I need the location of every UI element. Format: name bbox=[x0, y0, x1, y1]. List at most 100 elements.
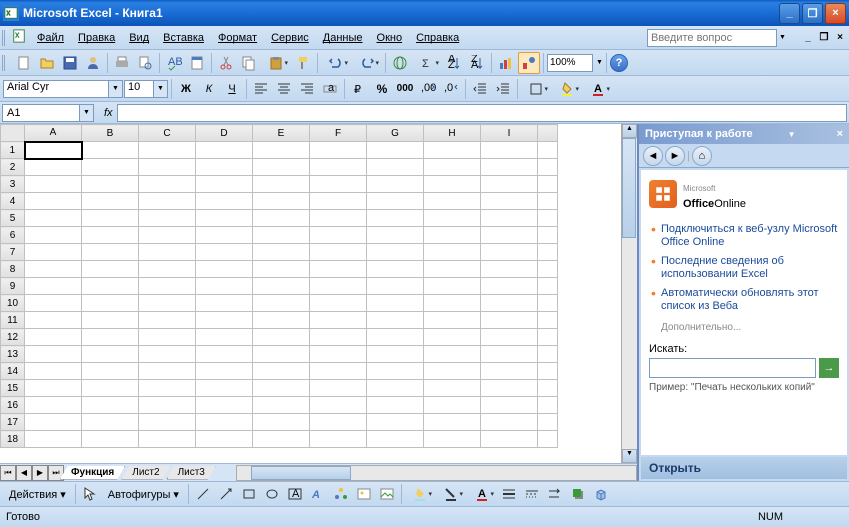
font-name-combo[interactable]: Arial Cyr▼ bbox=[3, 80, 123, 98]
new-button[interactable] bbox=[13, 52, 35, 74]
taskpane-search-go-button[interactable]: → bbox=[819, 358, 839, 378]
percent-button[interactable]: % bbox=[371, 78, 393, 100]
task-pane-forward-button[interactable]: ► bbox=[665, 146, 685, 166]
task-pane-back-button[interactable]: ◄ bbox=[643, 146, 663, 166]
decrease-decimal-button[interactable]: ,0 bbox=[440, 78, 462, 100]
shadow-button[interactable] bbox=[567, 483, 589, 505]
align-right-button[interactable] bbox=[296, 78, 318, 100]
horizontal-scrollbar[interactable] bbox=[236, 465, 637, 481]
align-center-button[interactable] bbox=[273, 78, 295, 100]
font-color-button[interactable]: A bbox=[583, 78, 613, 100]
sheet-tab-2[interactable]: Лист2 bbox=[121, 466, 170, 480]
research-button[interactable] bbox=[186, 52, 208, 74]
cut-button[interactable] bbox=[215, 52, 237, 74]
increase-indent-button[interactable] bbox=[492, 78, 514, 100]
menu-help[interactable]: Справка bbox=[409, 29, 466, 47]
oval-button[interactable] bbox=[261, 483, 283, 505]
menu-insert[interactable]: Вставка bbox=[156, 29, 211, 47]
drawing-toggle-button[interactable] bbox=[518, 52, 540, 74]
line-color-button[interactable] bbox=[436, 483, 466, 505]
redo-button[interactable] bbox=[352, 52, 382, 74]
clipart-button[interactable] bbox=[353, 483, 375, 505]
help-search-input[interactable] bbox=[647, 29, 777, 47]
taskpane-link-news[interactable]: Последние сведения об использовании Exce… bbox=[649, 252, 839, 284]
doc-close-button[interactable]: × bbox=[833, 31, 847, 45]
taskpane-link-more[interactable]: Дополнительно... bbox=[661, 322, 839, 333]
borders-button[interactable] bbox=[521, 78, 551, 100]
3d-button[interactable] bbox=[590, 483, 612, 505]
arrow-style-button[interactable] bbox=[544, 483, 566, 505]
save-button[interactable] bbox=[59, 52, 81, 74]
zoom-combo[interactable] bbox=[547, 54, 593, 72]
italic-button[interactable]: К bbox=[198, 78, 220, 100]
taskpane-open-section[interactable]: Открыть bbox=[641, 457, 847, 479]
rectangle-button[interactable] bbox=[238, 483, 260, 505]
fill-color-draw-button[interactable] bbox=[405, 483, 435, 505]
permission-button[interactable] bbox=[82, 52, 104, 74]
increase-decimal-button[interactable]: ,00 bbox=[417, 78, 439, 100]
autosum-button[interactable]: Σ bbox=[412, 52, 442, 74]
name-box[interactable]: A1▼ bbox=[2, 104, 94, 122]
print-preview-button[interactable] bbox=[134, 52, 156, 74]
sheet-tab-3[interactable]: Лист3 bbox=[167, 466, 216, 480]
autoshapes-menu[interactable]: Автофигуры ▾ bbox=[102, 486, 185, 503]
taskpane-link-connect[interactable]: Подключиться к веб-узлу Microsoft Office… bbox=[649, 220, 839, 252]
insert-picture-button[interactable] bbox=[376, 483, 398, 505]
menu-data[interactable]: Данные bbox=[316, 29, 370, 47]
tab-first-button[interactable]: ⏮ bbox=[0, 465, 16, 481]
copy-button[interactable] bbox=[238, 52, 260, 74]
chart-wizard-button[interactable] bbox=[495, 52, 517, 74]
merge-center-button[interactable]: a bbox=[319, 78, 341, 100]
select-objects-button[interactable] bbox=[79, 483, 101, 505]
font-size-combo[interactable]: 10▼ bbox=[124, 80, 168, 98]
formula-bar[interactable] bbox=[117, 104, 847, 122]
drawing-actions-menu[interactable]: Действия ▾ bbox=[3, 486, 72, 503]
spelling-button[interactable]: ABC bbox=[163, 52, 185, 74]
close-button[interactable]: × bbox=[825, 3, 846, 24]
comma-button[interactable]: 000 bbox=[394, 78, 416, 100]
hyperlink-button[interactable] bbox=[389, 52, 411, 74]
task-pane-home-button[interactable]: ⌂ bbox=[692, 146, 712, 166]
help-button[interactable]: ? bbox=[610, 54, 628, 72]
line-button[interactable] bbox=[192, 483, 214, 505]
dash-style-button[interactable] bbox=[521, 483, 543, 505]
decrease-indent-button[interactable] bbox=[469, 78, 491, 100]
open-button[interactable] bbox=[36, 52, 58, 74]
help-dropdown[interactable]: ▼ bbox=[779, 34, 793, 41]
font-color-draw-button[interactable]: A bbox=[467, 483, 497, 505]
doc-restore-button[interactable]: ❐ bbox=[817, 31, 831, 45]
menu-format[interactable]: Формат bbox=[211, 29, 264, 47]
arrow-button[interactable] bbox=[215, 483, 237, 505]
minimize-button[interactable]: _ bbox=[779, 3, 800, 24]
menu-edit[interactable]: Правка bbox=[71, 29, 122, 47]
sort-asc-button[interactable]: AZ bbox=[443, 52, 465, 74]
fx-icon[interactable]: fx bbox=[104, 107, 113, 119]
tab-next-button[interactable]: ▶ bbox=[32, 465, 48, 481]
undo-button[interactable] bbox=[321, 52, 351, 74]
format-painter-button[interactable] bbox=[292, 52, 314, 74]
taskpane-link-autoupdate[interactable]: Автоматически обновлять этот список из В… bbox=[649, 284, 839, 316]
diagram-button[interactable] bbox=[330, 483, 352, 505]
print-button[interactable] bbox=[111, 52, 133, 74]
align-left-button[interactable] bbox=[250, 78, 272, 100]
menu-window[interactable]: Окно bbox=[370, 29, 410, 47]
sort-desc-button[interactable]: ZA bbox=[466, 52, 488, 74]
menu-view[interactable]: Вид bbox=[122, 29, 156, 47]
grid[interactable]: ABCDEFGHI123456789101112131415161718 bbox=[0, 124, 621, 463]
vertical-scrollbar[interactable]: ▲ ▼ bbox=[621, 124, 637, 463]
maximize-button[interactable]: ❐ bbox=[802, 3, 823, 24]
zoom-dropdown[interactable]: ▼ bbox=[596, 59, 603, 66]
textbox-button[interactable]: A bbox=[284, 483, 306, 505]
fill-color-button[interactable] bbox=[552, 78, 582, 100]
underline-button[interactable]: Ч bbox=[221, 78, 243, 100]
wordart-button[interactable]: A bbox=[307, 483, 329, 505]
tab-prev-button[interactable]: ◀ bbox=[16, 465, 32, 481]
task-pane-dropdown[interactable]: ▼ bbox=[788, 130, 796, 139]
currency-button[interactable]: ₽ bbox=[348, 78, 370, 100]
menu-tools[interactable]: Сервис bbox=[264, 29, 316, 47]
doc-minimize-button[interactable]: _ bbox=[801, 31, 815, 45]
task-pane-close-button[interactable]: × bbox=[837, 128, 843, 140]
bold-button[interactable]: Ж bbox=[175, 78, 197, 100]
taskpane-search-input[interactable] bbox=[649, 358, 816, 378]
sheet-tab-1[interactable]: Функция bbox=[60, 466, 125, 480]
